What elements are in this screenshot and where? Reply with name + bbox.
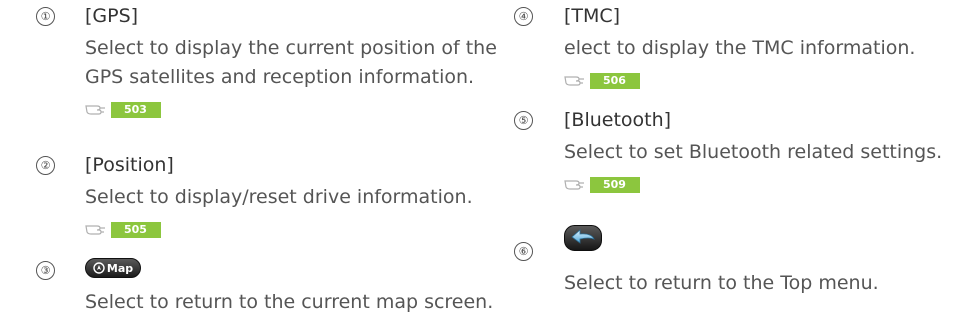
item-number: ① [36,7,55,26]
page-reference[interactable]: 506 [564,73,640,89]
map-button-icon [93,262,105,274]
item-description-line: GPS satellites and reception information… [85,66,475,88]
page-badge: 503 [111,102,161,118]
page-reference[interactable]: 509 [564,177,640,193]
item-description-line: Select to set Bluetooth related settings… [564,141,943,163]
map-button-label: Map [106,261,134,275]
item-description-line: Select to display the current position o… [85,37,497,59]
item-title: [TMC] [564,5,621,27]
pointing-hand-icon [85,105,105,115]
pointing-hand-icon [564,180,584,190]
item-description-line: Select to return to the Top menu. [564,272,879,294]
page-badge: 506 [590,73,640,89]
item-description-line: elect to display the TMC information. [564,37,916,59]
page-reference[interactable]: 503 [85,102,161,118]
map-button[interactable]: Map [85,258,141,278]
item-title: [GPS] [85,5,139,27]
item-number: ④ [514,7,533,26]
page-badge: 505 [111,222,161,238]
page-badge: 509 [590,177,640,193]
item-title: [Bluetooth] [564,109,672,131]
item-description-line: Select to return to the current map scre… [85,291,494,313]
item-title: [Position] [85,154,174,176]
item-description-line: Select to display/reset drive informatio… [85,186,473,208]
item-number: ⑤ [514,111,533,130]
item-number: ⑥ [514,242,533,261]
return-arrow-icon[interactable] [564,225,602,251]
pointing-hand-icon [85,225,105,235]
item-number: ③ [36,261,55,280]
page-reference[interactable]: 505 [85,222,161,238]
item-number: ② [36,156,55,175]
pointing-hand-icon [564,76,584,86]
